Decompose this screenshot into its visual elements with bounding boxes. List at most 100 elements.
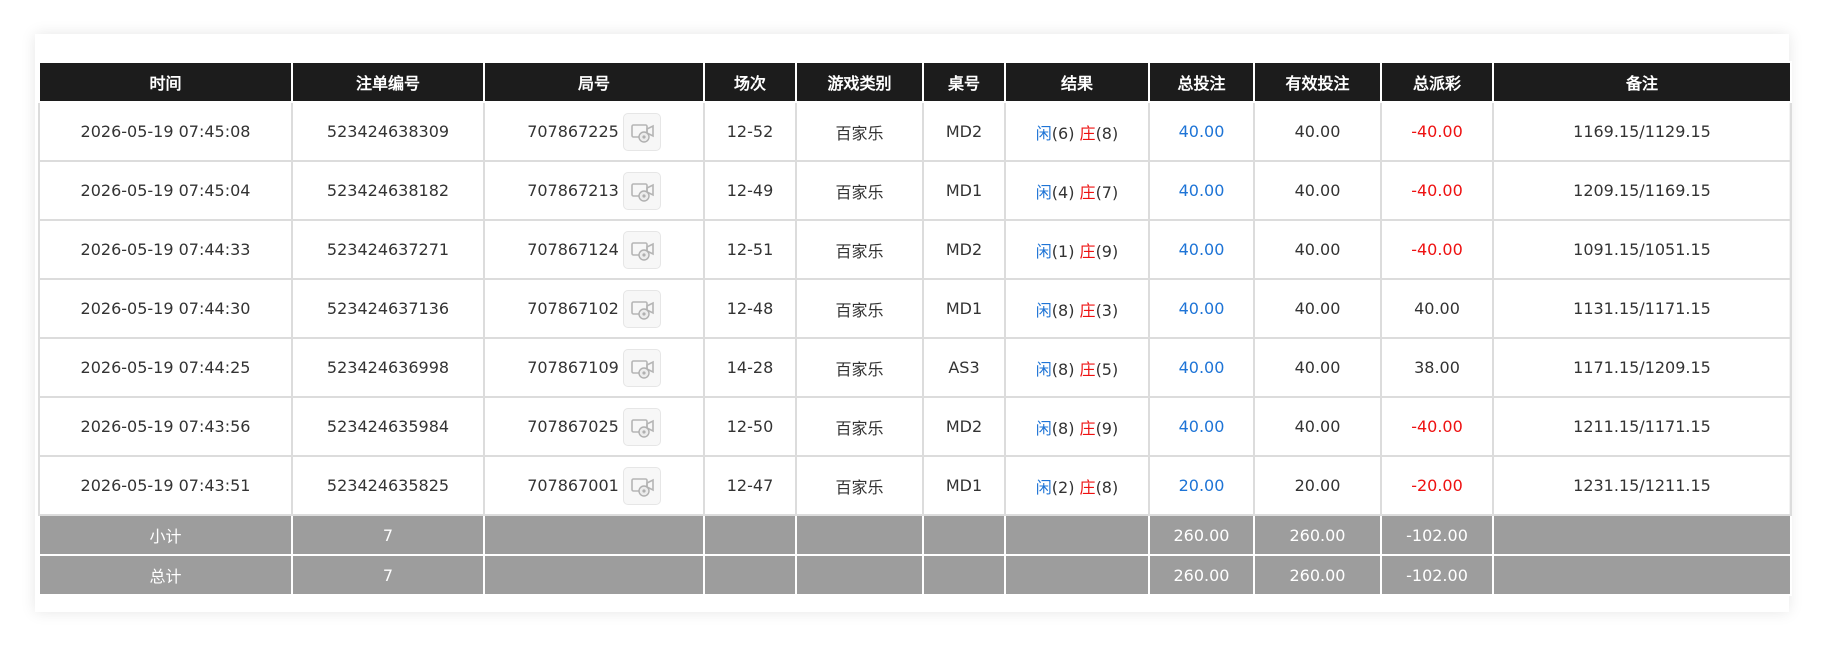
session: 12-52 — [703, 101, 797, 162]
game-type: 百家乐 — [795, 337, 924, 398]
player-label: 闲 — [1035, 418, 1052, 438]
table-row: 2026-05-19 07:45:04 523424638182 7078672… — [38, 160, 1792, 221]
table-row: 2026-05-19 07:44:25 523424636998 7078671… — [38, 337, 1792, 398]
total-bet: 40.00 — [1148, 219, 1255, 280]
total-bet: 20.00 — [1148, 455, 1255, 516]
grand-total-total-bet: 260.00 — [1148, 554, 1255, 596]
banker-label: 庄 — [1079, 123, 1096, 143]
payout: -40.00 — [1380, 160, 1494, 221]
round-id-cell: 707867102 — [483, 278, 705, 339]
game-type: 百家乐 — [795, 160, 924, 221]
round-replay-button[interactable] — [622, 230, 661, 269]
table-no: MD1 — [922, 278, 1006, 339]
col-header-time: 时间 — [38, 61, 293, 103]
payout: -20.00 — [1380, 455, 1494, 516]
table-row: 2026-05-19 07:43:56 523424635984 7078670… — [38, 396, 1792, 457]
grand-total-valid-bet: 260.00 — [1253, 554, 1382, 596]
valid-bet: 40.00 — [1253, 219, 1382, 280]
player-score: (4) — [1051, 182, 1075, 202]
banker-score: (8) — [1095, 123, 1119, 143]
valid-bet: 20.00 — [1253, 455, 1382, 516]
remark: 1231.15/1211.15 — [1492, 455, 1792, 516]
payout: -40.00 — [1380, 396, 1494, 457]
banker-label: 庄 — [1079, 418, 1096, 438]
valid-bet: 40.00 — [1253, 396, 1382, 457]
bet-id: 523424636998 — [291, 337, 485, 398]
round-replay-button[interactable] — [622, 407, 661, 446]
game-type: 百家乐 — [795, 101, 924, 162]
payout: 40.00 — [1380, 278, 1494, 339]
total-bet: 40.00 — [1148, 278, 1255, 339]
banker-score: (9) — [1095, 241, 1119, 261]
grand-total-row: 总计 7 260.00 260.00 -102.00 — [38, 554, 1792, 596]
bet-time: 2026-05-19 07:44:33 — [38, 219, 293, 280]
round-replay-button[interactable] — [622, 466, 661, 505]
game-type: 百家乐 — [795, 396, 924, 457]
round-id-cell: 707867124 — [483, 219, 705, 280]
result: 闲(8) 庄(3) — [1004, 278, 1150, 339]
round-replay-button[interactable] — [622, 171, 661, 210]
subtotal-label: 小计 — [38, 514, 293, 556]
remark: 1209.15/1169.15 — [1492, 160, 1792, 221]
table-no: MD2 — [922, 101, 1006, 162]
bet-time: 2026-05-19 07:43:56 — [38, 396, 293, 457]
game-type: 百家乐 — [795, 455, 924, 516]
col-header-total-bet: 总投注 — [1148, 61, 1255, 103]
banker-score: (5) — [1095, 359, 1119, 379]
valid-bet: 40.00 — [1253, 278, 1382, 339]
game-type: 百家乐 — [795, 278, 924, 339]
bet-time: 2026-05-19 07:44:30 — [38, 278, 293, 339]
table-row: 2026-05-19 07:43:51 523424635825 7078670… — [38, 455, 1792, 516]
result: 闲(1) 庄(9) — [1004, 219, 1150, 280]
banker-score: (3) — [1095, 300, 1119, 320]
round-replay-button[interactable] — [622, 289, 661, 328]
total-bet: 40.00 — [1148, 101, 1255, 162]
valid-bet: 40.00 — [1253, 337, 1382, 398]
video-replay-icon — [631, 300, 654, 320]
bet-id: 523424637136 — [291, 278, 485, 339]
col-header-table-no: 桌号 — [922, 61, 1006, 103]
col-header-payout: 总派彩 — [1380, 61, 1494, 103]
result: 闲(8) 庄(5) — [1004, 337, 1150, 398]
round-replay-button[interactable] — [622, 112, 661, 151]
result: 闲(2) 庄(8) — [1004, 455, 1150, 516]
round-id-cell: 707867025 — [483, 396, 705, 457]
col-header-session: 场次 — [703, 61, 797, 103]
banker-label: 庄 — [1079, 241, 1096, 261]
round-id-cell: 707867225 — [483, 101, 705, 162]
remark: 1171.15/1209.15 — [1492, 337, 1792, 398]
player-label: 闲 — [1035, 300, 1052, 320]
banker-label: 庄 — [1079, 300, 1096, 320]
total-bet: 40.00 — [1148, 396, 1255, 457]
video-replay-icon — [631, 182, 654, 202]
grand-total-label: 总计 — [38, 554, 293, 596]
subtotal-total-bet: 260.00 — [1148, 514, 1255, 556]
table-no: MD1 — [922, 455, 1006, 516]
grand-total-payout: -102.00 — [1380, 554, 1494, 596]
payout: 38.00 — [1380, 337, 1494, 398]
banker-score: (9) — [1095, 418, 1119, 438]
subtotal-count: 7 — [291, 514, 485, 556]
table-no: AS3 — [922, 337, 1006, 398]
session: 14-28 — [703, 337, 797, 398]
video-replay-icon — [631, 359, 654, 379]
bet-id: 523424638309 — [291, 101, 485, 162]
round-id: 707867001 — [527, 476, 619, 495]
col-header-remark: 备注 — [1492, 61, 1792, 103]
video-replay-icon — [631, 241, 654, 261]
round-id-cell: 707867213 — [483, 160, 705, 221]
table-header-row: 时间 注单编号 局号 场次 游戏类别 桌号 结果 总投注 有效投注 总派彩 备注 — [38, 61, 1792, 103]
session: 12-49 — [703, 160, 797, 221]
remark: 1211.15/1171.15 — [1492, 396, 1792, 457]
player-score: (8) — [1051, 418, 1075, 438]
player-label: 闲 — [1035, 359, 1052, 379]
table-row: 2026-05-19 07:45:08 523424638309 7078672… — [38, 101, 1792, 162]
payout: -40.00 — [1380, 101, 1494, 162]
grand-total-count: 7 — [291, 554, 485, 596]
round-id-cell: 707867109 — [483, 337, 705, 398]
round-replay-button[interactable] — [622, 348, 661, 387]
remark: 1169.15/1129.15 — [1492, 101, 1792, 162]
video-replay-icon — [631, 418, 654, 438]
player-label: 闲 — [1035, 241, 1052, 261]
player-score: (8) — [1051, 359, 1075, 379]
